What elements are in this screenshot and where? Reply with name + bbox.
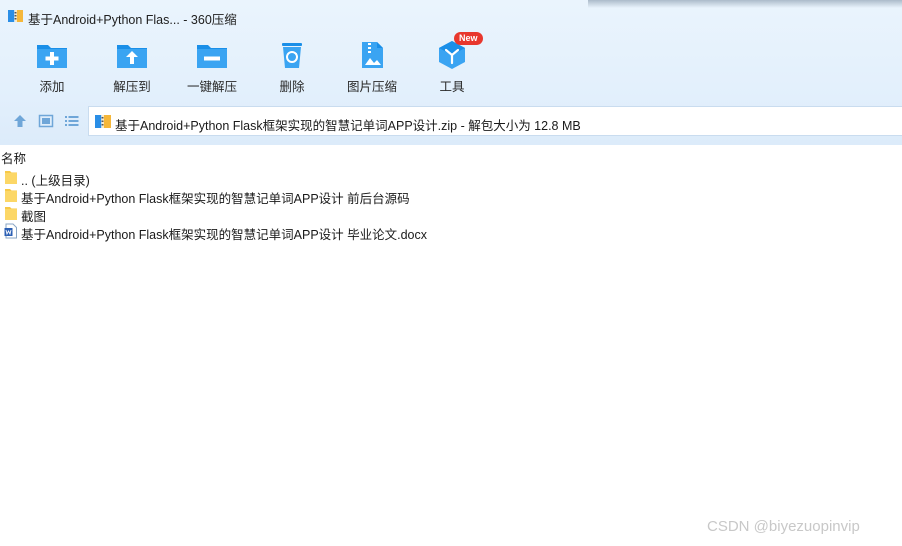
one-click-extract-label: 一键解压: [186, 80, 237, 94]
overlay-shadow: [588, 0, 902, 8]
extract-to-icon: [117, 45, 147, 68]
add-button[interactable]: 添加: [12, 36, 92, 98]
extract-to-label: 解压到: [113, 80, 151, 94]
delete-label: 删除: [279, 80, 305, 94]
list-item-source-folder[interactable]: 基于Android+Python Flask框架实现的智慧记单词APP设计 前后…: [0, 186, 902, 206]
main-toolbar: 添加 解压到 一键解压 删除 图片压缩 工具: [0, 36, 520, 98]
address-bar[interactable]: 基于Android+Python Flask框架实现的智慧记单词APP设计.zi…: [88, 106, 902, 136]
list-item-parent-dir[interactable]: .. (上级目录): [0, 168, 902, 188]
delete-button[interactable]: 删除: [252, 36, 332, 98]
one-click-extract-button[interactable]: 一键解压: [172, 36, 252, 98]
list-view-icon[interactable]: [64, 113, 80, 129]
window-title: 基于Android+Python Flas... - 360压缩: [28, 13, 237, 27]
column-name-label: 名称: [1, 152, 27, 166]
new-badge: New: [454, 32, 483, 45]
image-compress-label: 图片压缩: [346, 80, 397, 94]
extract-to-button[interactable]: 解压到: [92, 36, 172, 98]
up-arrow-icon[interactable]: [12, 113, 28, 129]
one-click-extract-icon: [197, 45, 227, 68]
address-text: 基于Android+Python Flask框架实现的智慧记单词APP设计.zi…: [115, 119, 581, 133]
add-icon: [37, 45, 67, 68]
thumbnail-view-icon[interactable]: [38, 113, 54, 129]
folder-icon: [5, 207, 17, 220]
watermark-text: CSDN @biyezuopinvip: [707, 518, 860, 535]
column-header[interactable]: 名称: [0, 147, 902, 166]
list-item-docx-file[interactable]: 基于Android+Python Flask框架实现的智慧记单词APP设计 毕业…: [0, 222, 902, 242]
tools-button[interactable]: 工具: [412, 36, 492, 98]
tools-label: 工具: [439, 80, 465, 94]
zip-file-icon: [95, 115, 111, 128]
image-compress-icon: [362, 42, 383, 68]
add-label: 添加: [39, 80, 65, 94]
word-document-icon: [4, 223, 17, 239]
image-compress-button[interactable]: 图片压缩: [332, 36, 412, 98]
folder-icon: [5, 171, 17, 184]
archive-app-icon: [8, 10, 23, 22]
folder-icon: [5, 189, 17, 202]
list-item-screenshots-folder[interactable]: 截图: [0, 204, 902, 224]
file-list: .. (上级目录) 基于Android+Python Flask框架实现的智慧记…: [0, 168, 902, 242]
navigation-row: 基于Android+Python Flask框架实现的智慧记单词APP设计.zi…: [0, 106, 902, 136]
file-name: 基于Android+Python Flask框架实现的智慧记单词APP设计 毕业…: [21, 228, 428, 242]
recycle-bin-icon: [282, 43, 302, 68]
